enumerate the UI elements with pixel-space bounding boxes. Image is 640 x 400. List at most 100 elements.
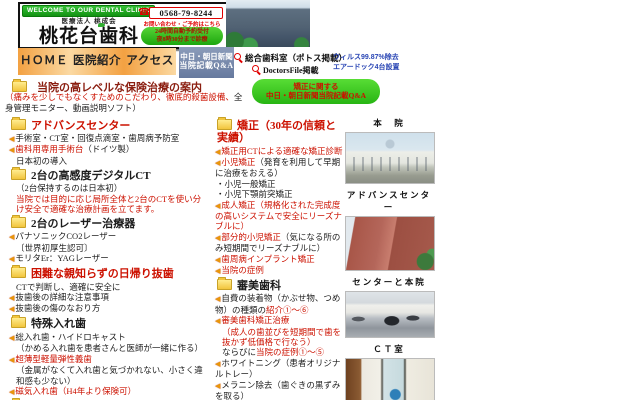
menu-item: 日本初の導入 [8, 156, 206, 166]
menu-item: ・小児一般矯正 [214, 179, 346, 189]
menu-item: 当院では目的に応じ局所全体と2台のCTを使い分け安全で適確な治療計画を立てます。 [8, 194, 206, 215]
text-segment: 特殊入れ歯 [31, 318, 86, 330]
menu-item[interactable]: ◀歯科用専用手術台（ドイツ製） [8, 144, 206, 155]
menu-column-left: アドバンスセンター◀手術室・CT室・回復点滴室・歯周病予防室◀歯科用専用手術台（… [8, 116, 206, 400]
text-segment: 磁気入れ歯（H4年より保険可） [15, 386, 136, 396]
text-segment: 困難な親知らずの日帰り抜歯 [31, 268, 174, 280]
text-segment: 審美歯科矯正治療 [221, 315, 289, 325]
folder-icon [11, 317, 26, 328]
section-heading[interactable]: 矯正（30年の信頼と実績） [214, 119, 346, 145]
arrow-bullet-icon: ◀ [215, 256, 220, 264]
virus-line2: エアードック4台設置 [333, 63, 399, 73]
tab-clinic-info[interactable]: 医院紹介 [70, 48, 124, 75]
section-heading[interactable]: アドバンスセンター [8, 119, 206, 133]
photo-label: 本 院 [345, 117, 433, 129]
text-segment: モリタEr：YAGレーザー [15, 253, 108, 263]
menu-item[interactable]: ◀パナソニックCO2レーザー [8, 231, 206, 242]
text-segment: メラニン除去（歯ぐきの黒ずみを取る） [215, 380, 340, 400]
air-purifier-note: ウィルス99.87%除去 エアードック4台設置 [333, 53, 399, 72]
reserve-button[interactable]: 24時間自動予約受付夜8時30分まで診療 [141, 27, 223, 45]
arrow-bullet-icon: ◀ [9, 135, 14, 143]
folder-icon [11, 119, 26, 130]
intro-description: （痛みを少しでもなくすためのこだわり、徹底的殺菌設備、全身管理モニター、動画説明… [5, 92, 249, 113]
text-segment: 紹介①～⑥ [266, 305, 309, 315]
menu-item[interactable]: ◀超薄型軽量弾性義歯 [8, 354, 206, 365]
text-segment: 当院では目的に応じ局所全体と2台のCTを使い分け安全で適確な治療計画を立てます。 [16, 194, 201, 214]
arrow-bullet-icon: ◀ [9, 146, 14, 154]
arrow-bullet-icon: ◀ [215, 148, 220, 156]
doctorsfile-link[interactable]: DoctorsFile掲載 [252, 65, 319, 76]
menu-item: CTで判断し、適確に安全に [8, 282, 206, 292]
menu-item[interactable]: ◀ホワイトニング（患者オリジナルトレー） [214, 358, 346, 380]
text-segment: 小児矯正 [221, 157, 255, 167]
menu-item[interactable]: ◀抜歯後の傷のなおり方 [8, 303, 206, 314]
menu-item[interactable]: ◀当院の症例 [214, 265, 346, 276]
text-segment: 総入れ歯・ハイドロキャスト [15, 332, 125, 342]
menu-item[interactable]: ◀歯周病インプラント矯正 [214, 254, 346, 265]
menu-item[interactable]: ◀手術室・CT室・回復点滴室・歯周病予防室 [8, 133, 206, 144]
section-heading[interactable]: 審美歯科 [214, 279, 346, 293]
logo-leaf-accent-icon [98, 23, 105, 27]
menu-item[interactable]: ◀抜歯後の詳細な注意事項 [8, 292, 206, 303]
arrow-bullet-icon: ◀ [9, 294, 14, 302]
arrow-bullet-icon: ◀ [9, 233, 14, 241]
menu-item[interactable]: ◀小児矯正（発育を利用して早期に治療をおえる） [214, 157, 346, 179]
section-heading[interactable]: 2台の高感度デジタルCT [8, 169, 206, 183]
menu-item[interactable]: ◀矯正用CTによる適確な矯正診断 [214, 146, 346, 157]
folder-icon [11, 217, 26, 228]
text-segment: 歯科用専用手術台 [15, 144, 83, 154]
menu-item[interactable]: ◀メラニン除去（歯ぐきの黒ずみを取る） [214, 380, 346, 400]
arrow-bullet-icon: ◀ [215, 317, 220, 325]
section-heading[interactable]: 特殊入れ歯 [8, 317, 206, 331]
newspaper-qa-link[interactable]: 中日・朝日新聞 当院記載Q&A [179, 47, 234, 78]
menu-item[interactable]: ◀モリタEr：YAGレーザー [8, 253, 206, 264]
reserve-line1: 24時間自動予約受付 [155, 29, 209, 35]
section-heading[interactable]: 困難な親知らずの日帰り抜歯 [8, 267, 206, 281]
text-segment: パナソニックCO2レーザー [15, 231, 116, 241]
text-segment: 抜歯後の傷のなおり方 [15, 303, 100, 313]
text-segment: 抜歯後の詳細な注意事項 [15, 292, 109, 302]
tab-access[interactable]: アクセス [124, 48, 176, 75]
reserve-line2: 夜8時30分まで診療 [156, 37, 207, 43]
menu-column-middle: 矯正（30年の信頼と実績）◀矯正用CTによる適確な矯正診断◀小児矯正（発育を利用… [214, 116, 346, 400]
folder-icon [11, 169, 26, 180]
intro-desc-red: （痛みを少しでもなくすためのこだわり、徹底的殺菌設備、 [5, 92, 234, 102]
qa-box-line1: 中日・朝日新聞 [179, 47, 234, 61]
text-segment: 成人矯正 [221, 200, 255, 210]
photo-label: アドバンスセンター [345, 189, 433, 213]
ct-photo [345, 358, 435, 400]
sogo-shika-link[interactable]: 総合歯科室（ポトス掲載） [234, 52, 347, 64]
menu-item[interactable]: ◀部分的小児矯正（気になる所のみ短期間でリーズナブルに） [214, 232, 346, 254]
menu-item[interactable]: ◀審美歯科矯正治療 [214, 315, 346, 326]
menu-item: （2台保持するのは日本初） [8, 183, 206, 193]
arrow-bullet-icon: ◀ [215, 234, 220, 242]
dental-clinic-homepage: WELCOME TO OUR DENTAL CLINIC 医療法人 桃成会 桃花… [0, 0, 640, 400]
menu-item[interactable]: ◀総入れ歯・ハイドロキャスト [8, 332, 206, 343]
text-segment: ホワイトニング（患者オリジナルトレー） [215, 358, 340, 379]
magnifier-icon [252, 65, 261, 74]
sogo-shika-label: 総合歯科室（ポトス掲載） [245, 53, 347, 63]
arrow-bullet-icon: ◀ [9, 356, 14, 364]
menu-item[interactable]: ◀成人矯正（規格化された完成度の高いシステムで安全にリーズナブルに） [214, 200, 346, 232]
honin-photo [345, 132, 435, 184]
menu-item: ・小児下顎前突矯正 [214, 189, 346, 199]
menu-item: （かめる入れ歯を患者さんと医師が一緒に作る） [8, 343, 206, 353]
text-segment: 手術室・CT室・回復点滴室・歯周病予防室 [15, 133, 179, 143]
arrow-bullet-icon: ◀ [215, 360, 220, 368]
folder-icon [12, 81, 27, 92]
photo-label: センターと本院 [345, 276, 433, 288]
tab-home[interactable]: ＨＯＭＥ [18, 48, 70, 75]
text-segment: 当院の症例①～⑤ [256, 347, 324, 357]
arrow-bullet-icon: ◀ [9, 334, 14, 342]
virus-line1: ウィルス99.87%除去 [333, 53, 399, 63]
photo-label: ＣＴ室 [345, 343, 433, 355]
orthodontics-qa-banner[interactable]: 矯正に関する 中日・朝日新聞当院記載Q&A [252, 79, 380, 104]
section-heading[interactable]: 2台のレーザー治療器 [8, 217, 206, 231]
magnifier-icon [234, 53, 243, 62]
advance-photo [345, 216, 435, 271]
text-segment: （かめる入れ歯を患者さんと医師が一緒に作る） [16, 343, 203, 353]
menu-item[interactable]: ◀自費の装着物（かぶせ物、つめ物）の種類の紹介①～⑥ [214, 293, 346, 315]
text-segment: ・小児下顎前突矯正 [216, 189, 293, 199]
menu-item[interactable]: ◀磁気入れ歯（H4年より保険可） [8, 386, 206, 397]
folder-icon [11, 267, 26, 278]
